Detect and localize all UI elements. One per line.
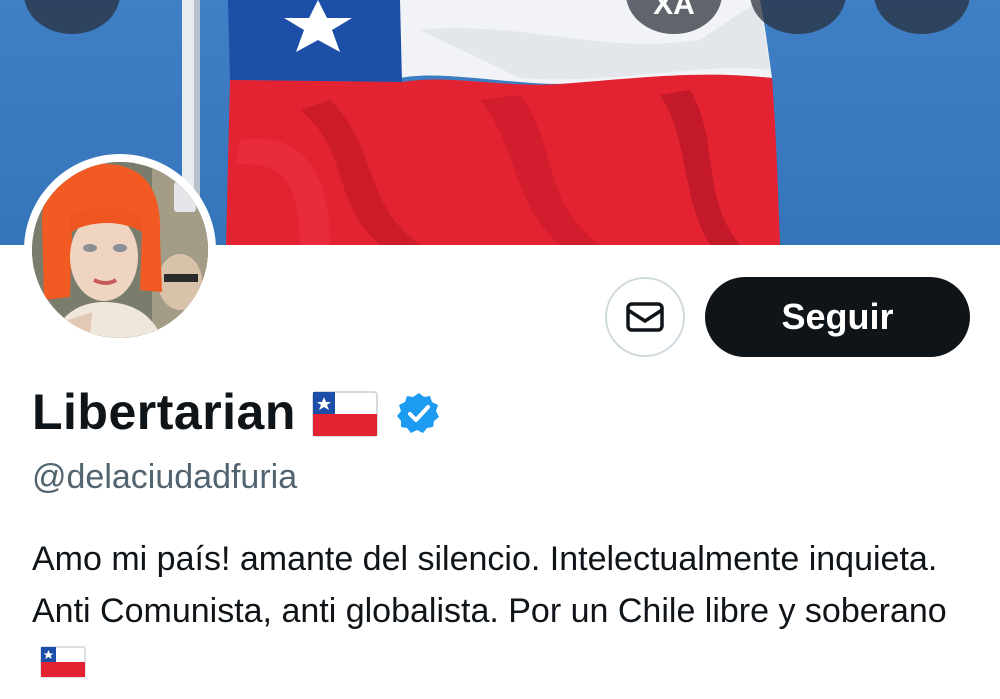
profile-bio: Amo mi país! amante del silencio. Intele…: [32, 533, 982, 689]
chile-flag-icon: [312, 391, 378, 437]
translate-label: XA: [653, 0, 695, 21]
bio-text: Amo mi país! amante del silencio. Intele…: [32, 540, 947, 630]
mail-icon: [626, 302, 664, 332]
avatar-image: [32, 162, 208, 338]
display-name: Libertarian: [32, 384, 296, 440]
profile-handle: @delaciudadfuria: [32, 458, 298, 496]
avatar[interactable]: [24, 154, 216, 346]
chile-flag-icon: [40, 646, 86, 678]
follow-button[interactable]: Seguir: [705, 277, 970, 357]
verified-badge-icon[interactable]: [396, 391, 442, 437]
profile-page: XA Seguir Libertarian @delaciudadfuria A…: [0, 0, 1000, 699]
profile-name-row: Libertarian: [32, 382, 442, 442]
message-button[interactable]: [605, 277, 685, 357]
